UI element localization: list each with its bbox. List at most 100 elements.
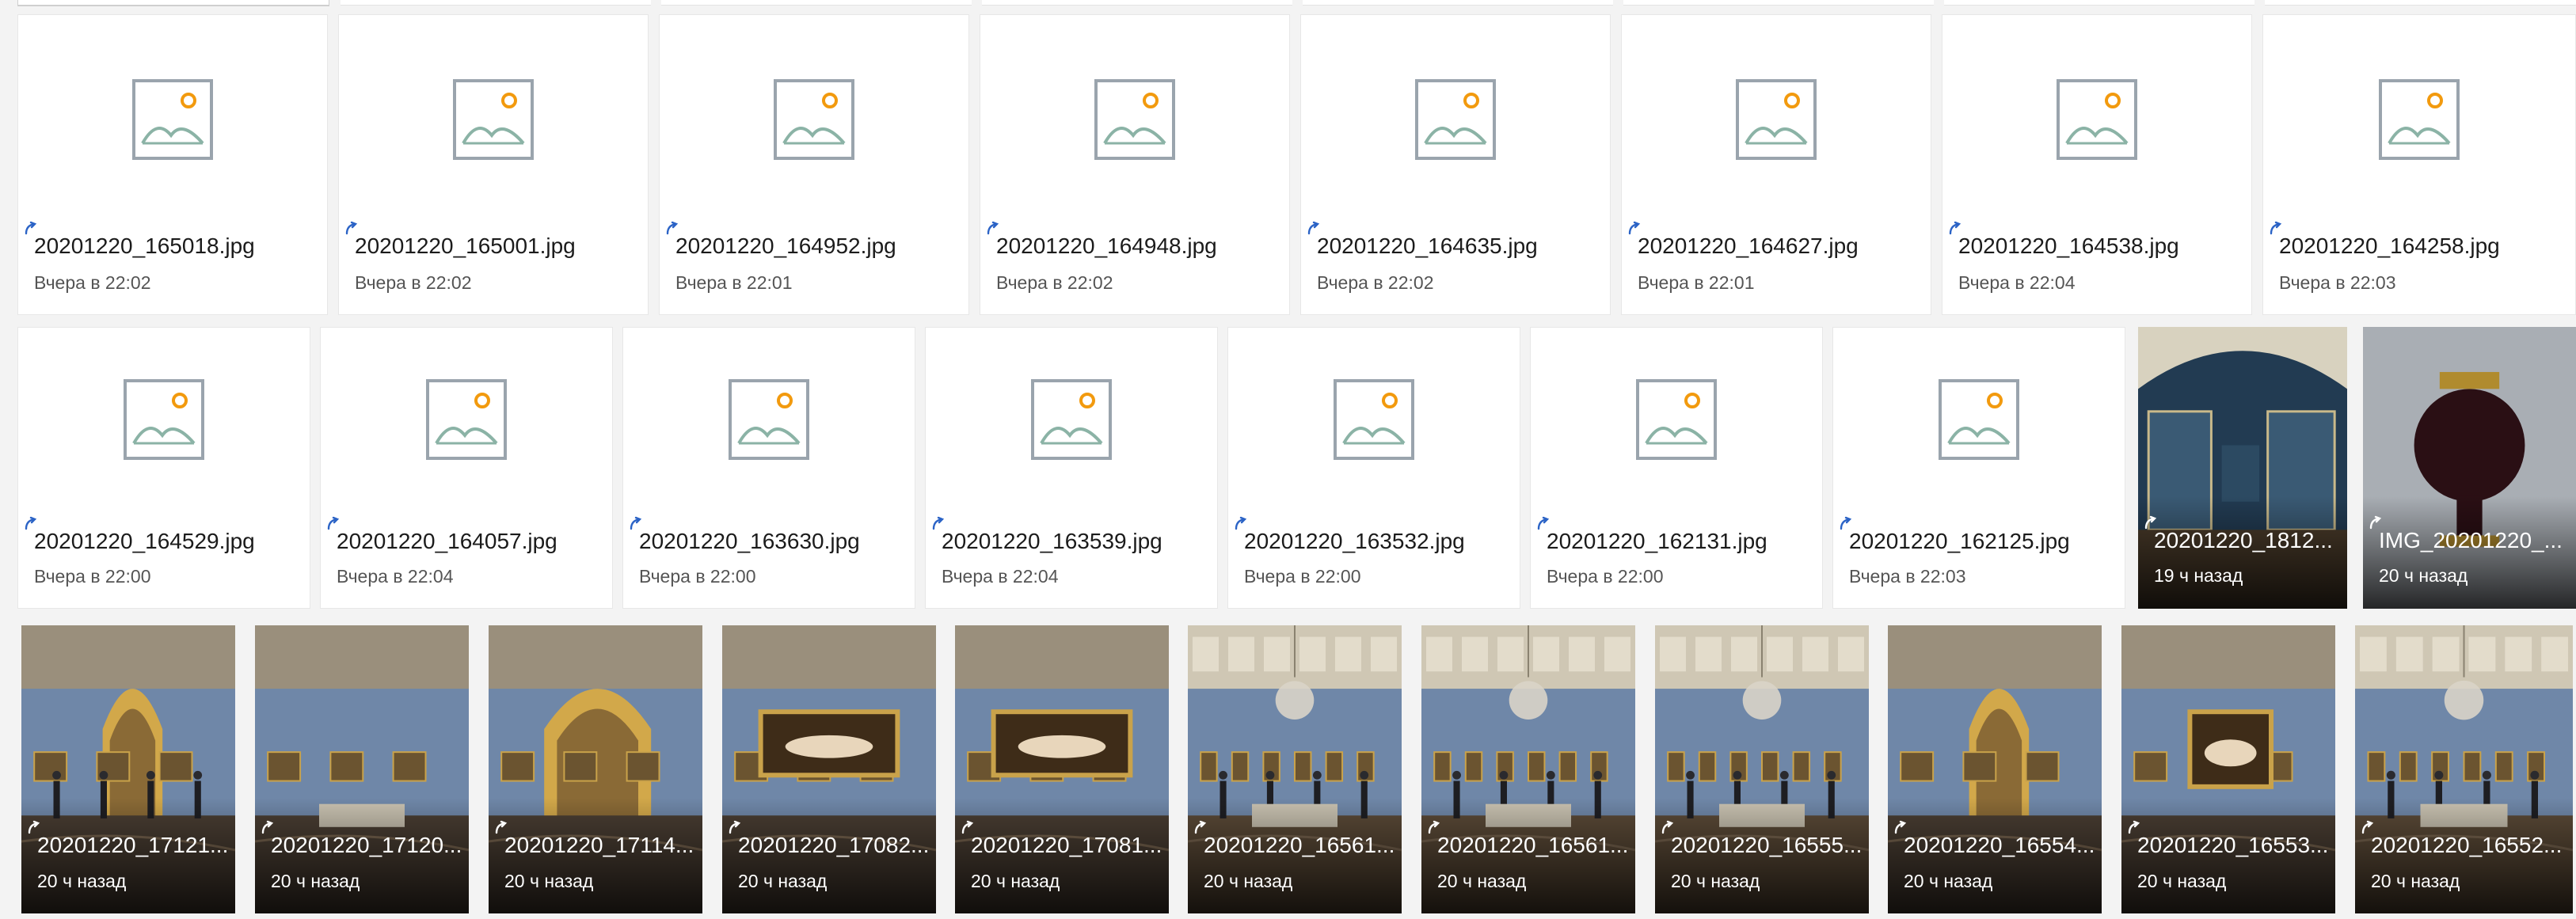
photo-tile[interactable]: 20201220_16554... 20 ч назад <box>1888 625 2102 913</box>
modified-time: Вчера в 22:00 <box>1547 566 1664 587</box>
file-tile[interactable]: 20201220_164627.jpg Вчера в 22:01 <box>1621 14 1931 315</box>
file-name: 20201220_17082... <box>738 833 930 857</box>
file-name: 20201220_165018.jpg <box>34 234 255 258</box>
file-name: 20201220_163630.jpg <box>639 529 860 553</box>
file-tile[interactable]: 20201220_162131.jpg Вчера в 22:00 <box>1530 327 1823 609</box>
partial-tile <box>1623 0 1934 6</box>
partial-tile <box>2265 0 2576 6</box>
file-name: 20201220_164057.jpg <box>337 529 557 553</box>
modified-time: Вчера в 22:01 <box>1638 272 1755 293</box>
image-placeholder-icon <box>1031 379 1112 460</box>
modified-time: 20 ч назад <box>504 871 594 891</box>
file-name: IMG_20201220_... <box>2379 528 2563 553</box>
modified-time: 20 ч назад <box>1437 871 1527 891</box>
partial-tile <box>661 0 972 6</box>
partial-tile <box>982 0 1292 6</box>
modified-time: Вчера в 22:04 <box>337 566 454 587</box>
photo-tile[interactable]: 20201220_17082... 20 ч назад <box>722 625 936 913</box>
file-name: 20201220_164529.jpg <box>34 529 255 553</box>
modified-time: 20 ч назад <box>1904 871 1993 891</box>
file-name: 20201220_16561... <box>1437 833 1629 857</box>
file-tile[interactable]: 20201220_164538.jpg Вчера в 22:04 <box>1942 14 2252 315</box>
file-tile[interactable]: 20201220_164952.jpg Вчера в 22:01 <box>659 14 969 315</box>
file-name: 20201220_162125.jpg <box>1849 529 2070 553</box>
file-name: 20201220_164635.jpg <box>1317 234 1538 258</box>
file-name: 20201220_164258.jpg <box>2279 234 2500 258</box>
file-name: 20201220_163532.jpg <box>1244 529 1465 553</box>
file-name: 20201220_163539.jpg <box>942 529 1162 553</box>
file-tile[interactable]: 20201220_165018.jpg Вчера в 22:02 <box>17 14 328 315</box>
image-placeholder-icon <box>774 79 854 160</box>
file-name: 20201220_164627.jpg <box>1638 234 1859 258</box>
file-name: 20201220_17121... <box>37 833 229 857</box>
photo-tile[interactable]: 20201220_16561... 20 ч назад <box>1188 625 1402 913</box>
modified-time: 19 ч назад <box>2154 565 2243 586</box>
photo-tile[interactable]: 20201220_16561... 20 ч назад <box>1421 625 1635 913</box>
file-name: 20201220_162131.jpg <box>1547 529 1767 553</box>
file-tile[interactable]: 20201220_164529.jpg Вчера в 22:00 <box>17 327 310 609</box>
modified-time: 20 ч назад <box>738 871 828 891</box>
modified-time: Вчера в 22:04 <box>1958 272 2076 293</box>
image-placeholder-icon <box>1939 379 2019 460</box>
file-name: 20201220_164948.jpg <box>996 234 1217 258</box>
photo-tile[interactable]: 20201220_16555... 20 ч назад <box>1655 625 1869 913</box>
modified-time: Вчера в 22:03 <box>1849 566 1966 587</box>
photo-tile[interactable]: 20201220_1812... 19 ч назад <box>2138 327 2347 609</box>
file-name: 20201220_164538.jpg <box>1958 234 2179 258</box>
photo-tile[interactable]: 20201220_17081... 20 ч назад <box>955 625 1169 913</box>
modified-time: Вчера в 22:02 <box>355 272 472 293</box>
image-placeholder-icon <box>2057 79 2137 160</box>
file-tile[interactable]: 20201220_164635.jpg Вчера в 22:02 <box>1300 14 1611 315</box>
modified-time: Вчера в 22:01 <box>675 272 793 293</box>
image-placeholder-icon <box>124 379 204 460</box>
image-placeholder-icon <box>1094 79 1175 160</box>
image-placeholder-icon <box>1736 79 1817 160</box>
modified-time: 20 ч назад <box>1671 871 1760 891</box>
modified-time: 20 ч назад <box>2379 565 2468 586</box>
modified-time: Вчера в 22:02 <box>34 272 151 293</box>
photo-tile[interactable]: IMG_20201220_... 20 ч назад <box>2363 327 2576 609</box>
photo-tile[interactable]: 20201220_16553... 20 ч назад <box>2121 625 2335 913</box>
modified-time: Вчера в 22:00 <box>1244 566 1361 587</box>
file-name: 20201220_17081... <box>971 833 1162 857</box>
photo-tile[interactable]: 20201220_17120... 20 ч назад <box>255 625 469 913</box>
image-placeholder-icon <box>1334 379 1414 460</box>
file-name: 20201220_16554... <box>1904 833 2095 857</box>
file-name: 20201220_16561... <box>1204 833 1395 857</box>
modified-time: 20 ч назад <box>2371 871 2460 891</box>
modified-time: Вчера в 22:03 <box>2279 272 2396 293</box>
file-tile[interactable]: 20201220_163532.jpg Вчера в 22:00 <box>1227 327 1520 609</box>
file-tile[interactable]: 20201220_164948.jpg Вчера в 22:02 <box>980 14 1290 315</box>
partial-tile <box>1303 0 1613 6</box>
photo-tile[interactable]: 20201220_16552... 20 ч назад <box>2355 625 2573 913</box>
partial-tile <box>17 0 329 6</box>
image-placeholder-icon <box>132 79 213 160</box>
photo-tile[interactable]: 20201220_17114... 20 ч назад <box>489 625 702 913</box>
file-name: 20201220_17120... <box>271 833 462 857</box>
modified-time: 20 ч назад <box>2137 871 2227 891</box>
file-name: 20201220_17114... <box>504 833 694 857</box>
modified-time: Вчера в 22:04 <box>942 566 1059 587</box>
image-placeholder-icon <box>1636 379 1717 460</box>
image-placeholder-icon <box>453 79 534 160</box>
file-name: 20201220_16552... <box>2371 833 2563 857</box>
file-tile[interactable]: 20201220_165001.jpg Вчера в 22:02 <box>338 14 649 315</box>
photo-tile[interactable]: 20201220_17121... 20 ч назад <box>21 625 235 913</box>
file-tile[interactable]: 20201220_164258.jpg Вчера в 22:03 <box>2262 14 2576 315</box>
file-tile[interactable]: 20201220_163539.jpg Вчера в 22:04 <box>925 327 1218 609</box>
modified-time: Вчера в 22:00 <box>639 566 756 587</box>
image-placeholder-icon <box>729 379 809 460</box>
image-placeholder-icon <box>1415 79 1496 160</box>
file-tile[interactable]: 20201220_164057.jpg Вчера в 22:04 <box>320 327 613 609</box>
file-tile[interactable]: 20201220_162125.jpg Вчера в 22:03 <box>1832 327 2125 609</box>
file-name: 20201220_164952.jpg <box>675 234 896 258</box>
modified-time: Вчера в 22:02 <box>1317 272 1434 293</box>
file-name: 20201220_1812... <box>2154 528 2333 553</box>
modified-time: 20 ч назад <box>37 871 127 891</box>
image-placeholder-icon <box>426 379 507 460</box>
modified-time: Вчера в 22:00 <box>34 566 151 587</box>
modified-time: 20 ч назад <box>971 871 1060 891</box>
file-name: 20201220_165001.jpg <box>355 234 576 258</box>
file-tile[interactable]: 20201220_163630.jpg Вчера в 22:00 <box>622 327 915 609</box>
modified-time: 20 ч назад <box>271 871 360 891</box>
